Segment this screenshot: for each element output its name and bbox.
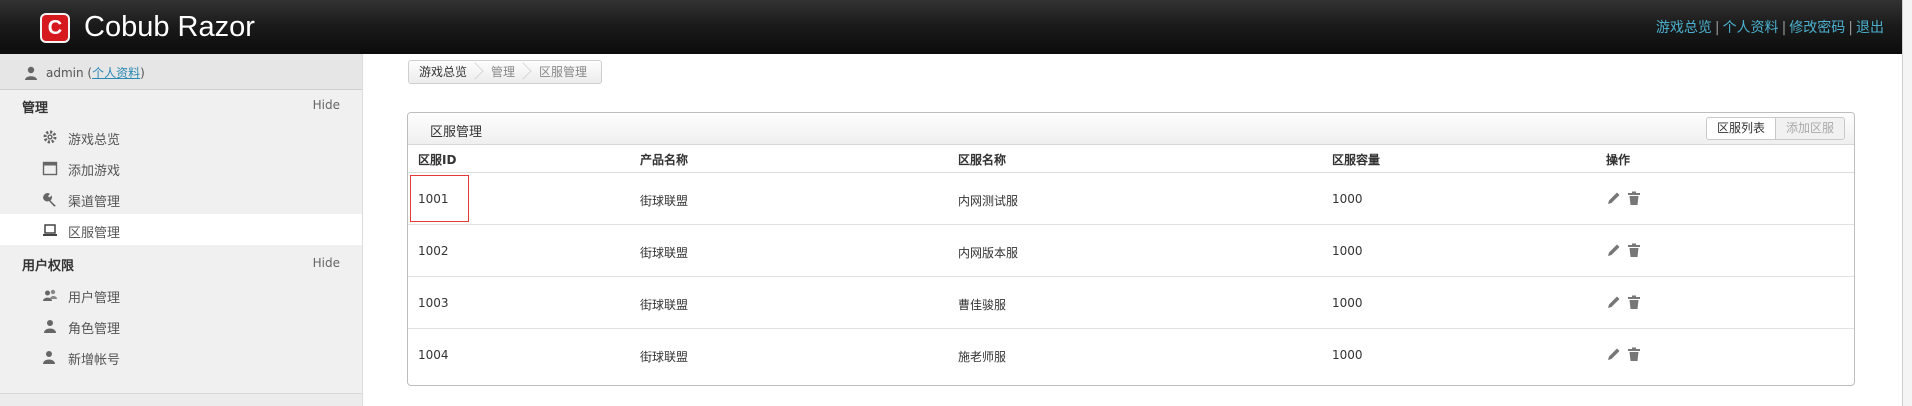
top-link-logout[interactable]: 退出 bbox=[1856, 20, 1884, 36]
server-manage-panel: 区服管理 区服列表 添加区服 区服ID 产品名称 区服名称 区服容量 操作 10… bbox=[407, 112, 1855, 386]
top-navbar: C Cobub Razor 游戏总览 | 个人资料 | 修改密码 | 退出 bbox=[0, 0, 1902, 54]
cell-capacity: 1000 bbox=[1332, 296, 1363, 310]
user-profile-link[interactable]: 个人资料 bbox=[92, 66, 140, 80]
top-link-profile[interactable]: 个人资料 bbox=[1723, 20, 1779, 36]
tab-server-list[interactable]: 区服列表 bbox=[1706, 118, 1776, 139]
cobub-logo-icon[interactable]: C bbox=[40, 13, 70, 43]
sidebar-group-permissions: 用户权限 Hide bbox=[0, 248, 362, 278]
top-link-change-password[interactable]: 修改密码 bbox=[1789, 20, 1845, 36]
sidebar-item-add-game[interactable]: 添加游戏 bbox=[0, 152, 362, 183]
breadcrumb-item-overview[interactable]: 游戏总览 bbox=[409, 61, 484, 83]
cell-server-id: 1004 bbox=[418, 348, 449, 362]
cell-capacity: 1000 bbox=[1332, 244, 1363, 258]
cell-server-id: 1002 bbox=[418, 244, 449, 258]
trash-icon[interactable] bbox=[1626, 294, 1642, 310]
sidebar-item-game-overview[interactable]: 游戏总览 bbox=[0, 121, 362, 152]
row-actions bbox=[1606, 190, 1642, 206]
cell-capacity: 1000 bbox=[1332, 348, 1363, 362]
sidebar-group-manage: 管理 Hide bbox=[0, 90, 362, 120]
cell-product: 街球联盟 bbox=[640, 194, 689, 208]
laptop-icon bbox=[43, 224, 57, 236]
sidebar-user: admin (个人资料) bbox=[0, 54, 362, 90]
sidebar-group-hide-toggle[interactable]: Hide bbox=[313, 256, 340, 270]
wrench-icon bbox=[43, 193, 56, 207]
edit-icon[interactable] bbox=[1606, 242, 1622, 258]
user-name: admin bbox=[46, 66, 84, 80]
row-actions bbox=[1606, 242, 1642, 258]
panel-tabs: 区服列表 添加区服 bbox=[1705, 117, 1845, 140]
user-role-icon bbox=[44, 320, 56, 333]
trash-icon[interactable] bbox=[1626, 190, 1642, 206]
cell-product: 街球联盟 bbox=[640, 350, 689, 364]
edit-icon[interactable] bbox=[1606, 346, 1622, 362]
tab-add-server[interactable]: 添加区服 bbox=[1775, 118, 1844, 139]
column-header-product: 产品名称 bbox=[640, 153, 689, 167]
panel-header: 区服管理 区服列表 添加区服 bbox=[408, 113, 1854, 145]
column-header-actions: 操作 bbox=[1606, 153, 1631, 167]
cell-server-id: 1003 bbox=[418, 296, 449, 310]
breadcrumb: 游戏总览 管理 区服管理 bbox=[408, 60, 603, 84]
table-row: 1002 街球联盟 内网版本服 1000 bbox=[408, 226, 1854, 277]
panel-title: 区服管理 bbox=[430, 125, 483, 140]
breadcrumb-item-server-manage: 区服管理 bbox=[539, 65, 588, 79]
gear-icon bbox=[43, 130, 57, 144]
table-row: 1004 街球联盟 施老师服 1000 bbox=[408, 330, 1854, 381]
edit-icon[interactable] bbox=[1606, 190, 1622, 206]
sidebar-item-add-account[interactable]: 新增帐号 bbox=[0, 341, 362, 372]
trash-icon[interactable] bbox=[1626, 242, 1642, 258]
window-scrollbar[interactable] bbox=[1902, 0, 1912, 406]
cell-server-name: 曹佳骏服 bbox=[958, 298, 1007, 312]
sidebar-footer bbox=[0, 393, 362, 406]
sidebar-item-channel-manage[interactable]: 渠道管理 bbox=[0, 183, 362, 214]
cell-capacity: 1000 bbox=[1332, 192, 1363, 206]
sidebar-group-title: 管理 bbox=[22, 101, 49, 116]
column-header-server-id: 区服ID bbox=[418, 153, 457, 167]
top-link-overview[interactable]: 游戏总览 bbox=[1656, 20, 1712, 36]
cell-server-id: 1001 bbox=[418, 192, 449, 206]
user-icon bbox=[25, 66, 37, 80]
sidebar-item-user-manage[interactable]: 用户管理 bbox=[0, 279, 362, 310]
calendar-icon bbox=[42, 161, 58, 176]
cell-server-name: 内网测试服 bbox=[958, 194, 1019, 208]
top-links: 游戏总览 | 个人资料 | 修改密码 | 退出 bbox=[1655, 20, 1884, 36]
column-header-capacity: 区服容量 bbox=[1332, 153, 1381, 167]
user-add-icon bbox=[43, 351, 55, 364]
sidebar-group-hide-toggle[interactable]: Hide bbox=[313, 98, 340, 112]
cell-server-name: 施老师服 bbox=[958, 350, 1007, 364]
users-icon bbox=[43, 289, 57, 301]
cell-server-name: 内网版本服 bbox=[958, 246, 1019, 260]
row-actions bbox=[1606, 294, 1642, 310]
brand-title[interactable]: Cobub Razor bbox=[84, 10, 255, 44]
sidebar-group-title: 用户权限 bbox=[22, 259, 75, 274]
cell-product: 街球联盟 bbox=[640, 298, 689, 312]
cell-product: 街球联盟 bbox=[640, 246, 689, 260]
breadcrumb-item-manage[interactable]: 管理 bbox=[481, 61, 532, 83]
trash-icon[interactable] bbox=[1626, 346, 1642, 362]
table-header: 区服ID 产品名称 区服名称 区服容量 操作 bbox=[408, 146, 1854, 173]
edit-icon[interactable] bbox=[1606, 294, 1622, 310]
table-row: 1003 街球联盟 曹佳骏服 1000 bbox=[408, 278, 1854, 329]
sidebar-item-role-manage[interactable]: 角色管理 bbox=[0, 310, 362, 341]
column-header-server-name: 区服名称 bbox=[958, 153, 1007, 167]
sidebar-item-server-manage[interactable]: 区服管理 bbox=[0, 214, 362, 245]
row-actions bbox=[1606, 346, 1642, 362]
sidebar: admin (个人资料) 管理 Hide 游戏总览 添加游戏 渠道管理 区服管理 bbox=[0, 54, 363, 406]
table-row: 1001 街球联盟 内网测试服 1000 bbox=[408, 174, 1854, 225]
